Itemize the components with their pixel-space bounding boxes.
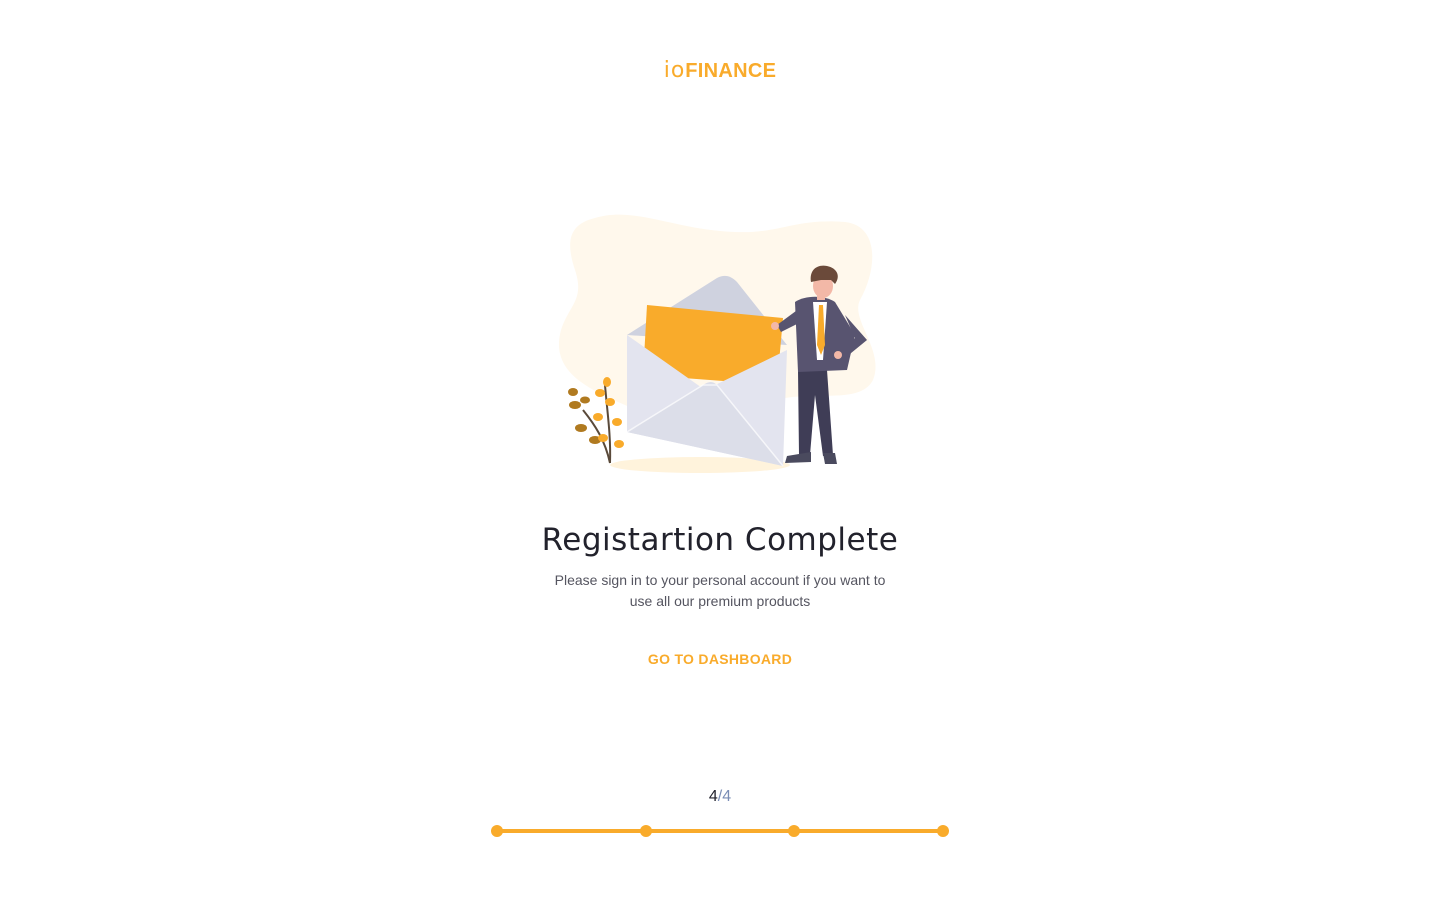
step-counter: 4/4	[0, 788, 1440, 806]
progress-fill	[497, 829, 943, 833]
page-subtitle: Please sign in to your personal account …	[554, 572, 886, 609]
step-current: 4	[708, 788, 718, 805]
progress-step-dot	[491, 825, 503, 837]
step-total: 4	[722, 788, 732, 805]
envelope-businessman-illustration-icon	[555, 210, 885, 480]
step-progress-bar	[491, 824, 951, 838]
brand-logo[interactable]: ioFINANCE	[0, 58, 1440, 83]
registration-complete-page: ioFINANCE Registartion Complete Please s…	[0, 0, 1440, 900]
logo-name: FINANCE	[685, 60, 777, 82]
logo-prefix: io	[663, 58, 686, 83]
progress-step-dot	[937, 825, 949, 837]
page-title: Registartion Complete	[541, 522, 899, 558]
progress-step-dot	[788, 825, 801, 837]
go-to-dashboard-button[interactable]: GO TO DASHBOARD	[620, 648, 820, 670]
progress-step-dot	[639, 825, 652, 837]
